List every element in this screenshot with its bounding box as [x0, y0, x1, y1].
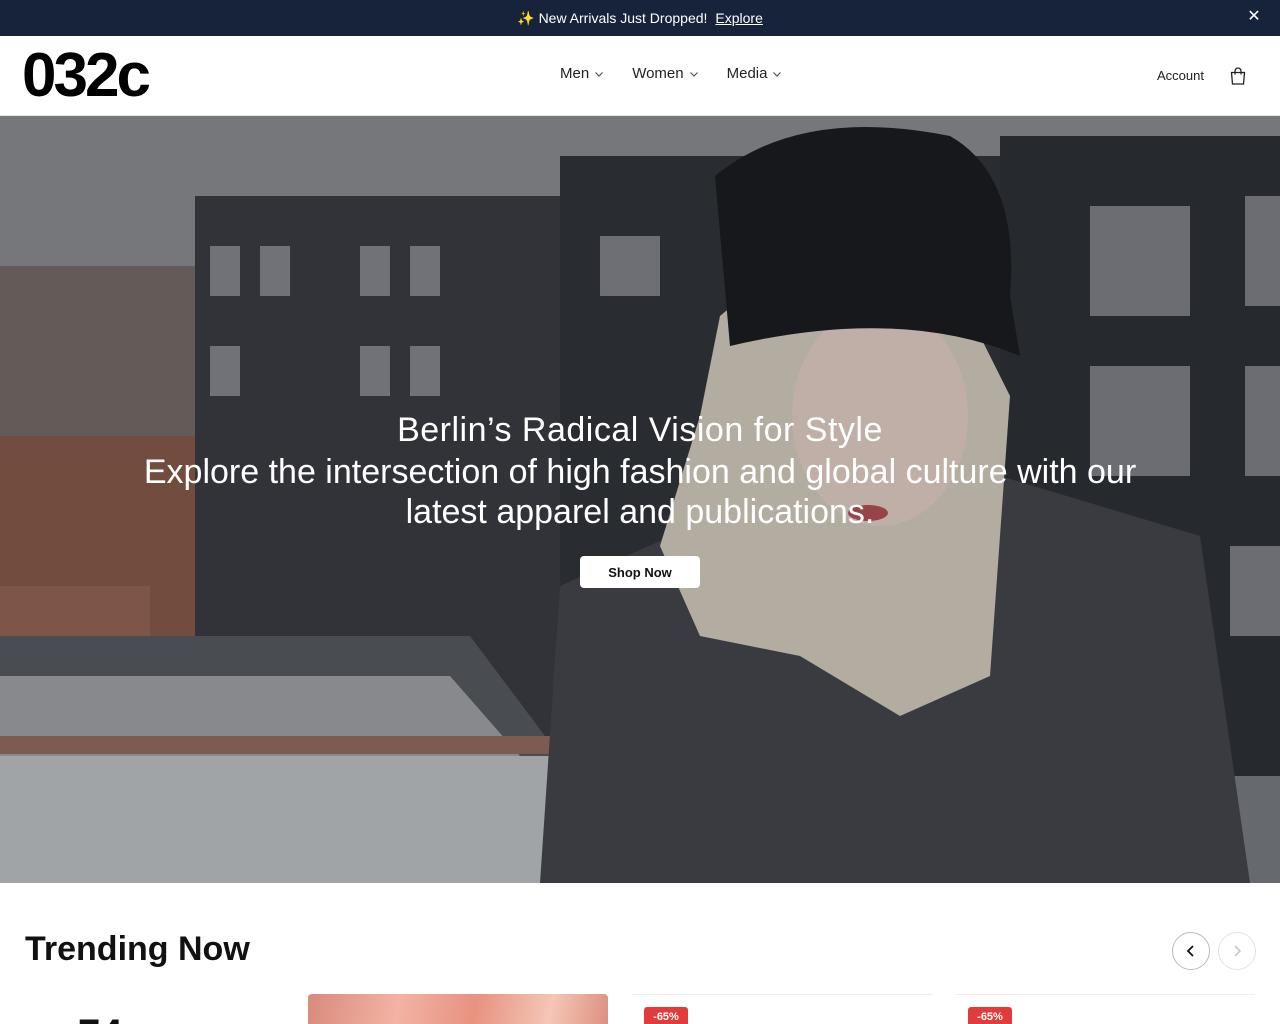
nav-item-women[interactable]: Women	[632, 65, 698, 82]
sparkle-icon: ✨	[517, 9, 535, 26]
chevron-right-icon	[1234, 945, 1242, 957]
chevron-down-icon	[595, 71, 604, 77]
main-nav: Men Women Media	[560, 65, 782, 82]
hero-title: Berlin’s Radical Vision for Style	[397, 411, 883, 449]
sale-badge: -65%	[968, 1007, 1012, 1024]
product-card[interactable]: 74	[0, 994, 300, 1024]
nav-item-media[interactable]: Media	[727, 65, 783, 82]
carousel-next-button[interactable]	[1218, 932, 1256, 970]
site-header: 032c Men Women Media Account	[0, 36, 1280, 116]
sale-badge: -65%	[644, 1007, 688, 1024]
close-icon[interactable]: ✕	[1246, 9, 1262, 25]
nav-label: Men	[560, 65, 590, 82]
hero-banner: Berlin’s Radical Vision for Style Explor…	[0, 116, 1280, 883]
product-card[interactable]	[308, 994, 608, 1024]
nav-item-men[interactable]: Men	[560, 65, 604, 82]
shop-now-button[interactable]: Shop Now	[580, 556, 700, 588]
chevron-left-icon	[1186, 945, 1194, 957]
announcement-bar: ✨ New Arrivals Just Dropped! Explore ✕	[0, 0, 1280, 36]
product-card[interactable]: -65%	[955, 994, 1255, 1024]
product-card[interactable]: -65%	[632, 994, 932, 1024]
account-link[interactable]: Account	[1157, 68, 1204, 83]
nav-label: Media	[726, 65, 768, 82]
hero-subtitle: Explore the intersection of high fashion…	[143, 453, 1137, 531]
nav-label: Women	[632, 65, 684, 82]
chevron-down-icon	[689, 71, 698, 77]
trending-title: Trending Now	[25, 930, 250, 968]
logo[interactable]: 032c	[22, 44, 151, 108]
chevron-down-icon	[773, 71, 782, 77]
announcement-message: New Arrivals Just Dropped!	[538, 10, 708, 26]
product-image-text: 74	[78, 1014, 123, 1024]
shopping-bag-icon[interactable]	[1228, 66, 1248, 86]
explore-link[interactable]: Explore	[715, 10, 762, 26]
carousel-prev-button[interactable]	[1172, 932, 1210, 970]
